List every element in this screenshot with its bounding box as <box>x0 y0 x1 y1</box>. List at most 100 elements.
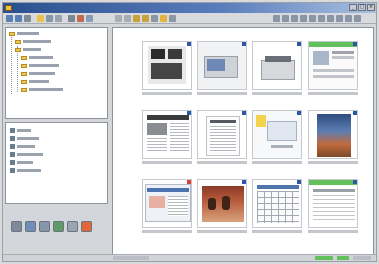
folder-icon <box>9 31 15 36</box>
help-icon[interactable] <box>86 15 93 22</box>
selection-badge <box>353 180 357 184</box>
tree-item[interactable] <box>15 47 41 52</box>
nav-icon[interactable] <box>115 15 122 22</box>
thumbnail-caption <box>252 92 302 95</box>
delete-icon[interactable] <box>81 221 92 232</box>
tool-icon[interactable] <box>169 15 176 22</box>
thumbnail[interactable] <box>308 41 358 90</box>
nav-icon[interactable] <box>124 15 131 22</box>
rotate-icon[interactable] <box>11 221 22 232</box>
thumbnail-caption <box>308 92 358 95</box>
status-indicator <box>315 256 333 260</box>
list-item[interactable] <box>10 127 31 133</box>
star-icon[interactable] <box>142 15 149 22</box>
tree-item[interactable] <box>21 71 55 76</box>
thumbnail[interactable] <box>142 110 192 159</box>
edit-icon[interactable] <box>160 15 167 22</box>
list-item[interactable] <box>10 143 35 149</box>
up-icon[interactable] <box>24 15 31 22</box>
zoom-icon[interactable] <box>282 15 289 22</box>
back-icon[interactable] <box>6 15 13 22</box>
thumbnail[interactable] <box>308 179 358 228</box>
print-icon[interactable] <box>55 15 62 22</box>
thumbnail-caption <box>308 230 358 233</box>
selection-badge <box>297 42 301 46</box>
status-text <box>353 256 371 260</box>
selection-badge <box>353 42 357 46</box>
zoom-icon[interactable] <box>327 15 334 22</box>
zoom-icon[interactable] <box>336 15 343 22</box>
thumbnail-caption <box>197 230 247 233</box>
list-item[interactable] <box>10 159 33 165</box>
close-button[interactable]: × <box>367 4 375 11</box>
status-indicator <box>337 256 349 260</box>
tree-item[interactable] <box>21 63 59 68</box>
folder-icon <box>21 79 27 84</box>
thumbnail-caption <box>308 161 358 164</box>
app-icon <box>5 5 12 11</box>
maximize-button[interactable]: □ <box>358 4 366 11</box>
thumbnail-caption <box>142 230 192 233</box>
toolbar <box>3 13 376 24</box>
gallery-icon[interactable] <box>39 221 50 232</box>
selection-badge <box>297 111 301 115</box>
view-icon[interactable] <box>46 15 53 22</box>
status-bar <box>3 254 376 261</box>
selection-badge <box>242 180 246 184</box>
selection-badge <box>187 180 191 184</box>
folder-icon <box>21 87 27 92</box>
email-icon[interactable] <box>53 221 64 232</box>
list-item[interactable] <box>10 167 41 173</box>
zoom-icon[interactable] <box>345 15 352 22</box>
thumbnail-grid[interactable] <box>112 27 374 255</box>
selection-badge <box>187 111 191 115</box>
thumbnail[interactable] <box>142 179 192 228</box>
thumbnail[interactable] <box>308 110 358 159</box>
thumbnail-caption <box>197 92 247 95</box>
list-item[interactable] <box>10 151 43 157</box>
app-window: _ □ × <box>2 2 377 262</box>
folder-icon <box>21 71 27 76</box>
list-item[interactable] <box>10 135 39 141</box>
selection-badge <box>242 42 246 46</box>
minimize-button[interactable]: _ <box>349 4 357 11</box>
search-icon[interactable] <box>68 15 75 22</box>
tree-item[interactable] <box>15 39 51 44</box>
copy-icon[interactable] <box>25 221 36 232</box>
thumbnail[interactable] <box>252 41 302 90</box>
print-icon[interactable] <box>67 221 78 232</box>
thumbnail[interactable] <box>197 179 247 228</box>
selection-badge <box>187 42 191 46</box>
tree-item[interactable] <box>21 79 49 84</box>
zoom-icon[interactable] <box>291 15 298 22</box>
thumbnail-caption <box>142 92 192 95</box>
settings-icon[interactable] <box>77 15 84 22</box>
thumbnail[interactable] <box>142 41 192 90</box>
status-text <box>113 256 149 260</box>
tree-item[interactable] <box>21 55 53 60</box>
folder-icon <box>15 47 21 52</box>
tool-icon[interactable] <box>151 15 158 22</box>
folder-icon <box>15 39 21 44</box>
title-bar: _ □ × <box>3 3 376 13</box>
star-icon[interactable] <box>133 15 140 22</box>
thumbnail[interactable] <box>197 41 247 90</box>
thumbnail[interactable] <box>252 179 302 228</box>
zoom-icon[interactable] <box>309 15 316 22</box>
tree-item[interactable] <box>21 87 63 92</box>
zoom-icon[interactable] <box>273 15 280 22</box>
thumbnail[interactable] <box>197 110 247 159</box>
folder-icon[interactable] <box>37 15 44 22</box>
zoom-icon[interactable] <box>318 15 325 22</box>
info-list[interactable] <box>5 122 108 204</box>
tree-item[interactable] <box>9 31 39 36</box>
selection-badge <box>297 180 301 184</box>
thumbnail[interactable] <box>252 110 302 159</box>
forward-icon[interactable] <box>15 15 22 22</box>
folder-tree[interactable] <box>5 27 108 119</box>
zoom-icon[interactable] <box>300 15 307 22</box>
thumbnail-caption <box>197 161 247 164</box>
zoom-icon[interactable] <box>354 15 361 22</box>
folder-icon <box>21 63 27 68</box>
thumbnail-caption <box>252 230 302 233</box>
